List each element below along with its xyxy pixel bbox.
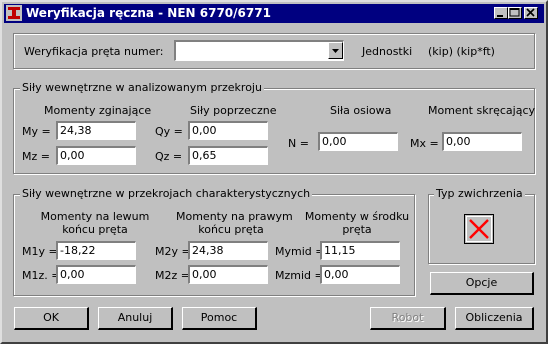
maximize-button[interactable] — [508, 7, 522, 19]
qz-field[interactable]: 0,65 — [188, 146, 268, 165]
mymid-label: Mymid = — [275, 245, 325, 258]
n-label: N = — [288, 137, 309, 150]
m2z-label: M2z = — [155, 269, 190, 282]
anuluj-button-label: Anuluj — [117, 311, 153, 324]
opcje-button-label: Opcje — [465, 276, 498, 289]
dropdown-arrow-button[interactable] — [328, 42, 343, 59]
left-end-header-line2: końcu pręta — [62, 223, 128, 236]
close-icon — [526, 8, 535, 17]
mzmid-field[interactable]: 0,00 — [320, 265, 400, 284]
axial-header: Siła osiowa — [330, 104, 392, 117]
characteristic-forces-title: Siły wewnętrzne w przekrojach charaktery… — [20, 187, 313, 200]
mzmid-label: Mzmid = — [275, 269, 324, 282]
units-label: Jednostki — [362, 45, 413, 58]
member-label: Weryfikacja pręta numer: — [24, 45, 164, 58]
pomoc-button-label: Pomoc — [200, 311, 238, 324]
left-end-header-line1: Momenty na lewum — [40, 210, 150, 223]
left-end-header: Momenty na lewum końcu pręta — [40, 210, 150, 236]
mid-header-line2: pręta — [342, 223, 372, 236]
app-icon — [6, 5, 22, 21]
m1z-field[interactable]: 0,00 — [56, 265, 136, 284]
obliczenia-button-label: Obliczenia — [465, 311, 523, 324]
mz-field[interactable]: 0,00 — [56, 146, 136, 165]
m1y-field[interactable]: -18,22 — [56, 241, 136, 260]
n-field[interactable]: 0,00 — [318, 132, 398, 151]
robot-button-label: Robot — [391, 311, 424, 324]
right-end-header-line1: Momenty na prawym — [176, 210, 293, 223]
buckling-type-title: Typ zwichrzenia — [434, 187, 525, 200]
pomoc-button[interactable]: Pomoc — [182, 307, 257, 330]
m1z-label: M1z. = — [22, 269, 61, 282]
m2y-label: M2y = — [155, 245, 191, 258]
title-bar[interactable]: Weryfikacja ręczna - NEN 6770/6771 — [4, 4, 544, 23]
robot-button[interactable]: Robot — [370, 307, 446, 330]
minimize-button[interactable] — [494, 7, 508, 19]
mz-label: Mz = — [22, 150, 50, 163]
qy-field[interactable]: 0,00 — [188, 121, 268, 140]
bending-header: Momenty zginające — [44, 104, 152, 117]
my-label: My = — [22, 125, 51, 138]
ok-button-label: OK — [43, 311, 59, 324]
m2y-field[interactable]: 24,38 — [188, 241, 268, 260]
mid-header-line1: Momenty w środku — [304, 210, 410, 223]
chevron-down-icon — [332, 49, 339, 53]
window-title: Weryfikacja ręczna - NEN 6770/6771 — [26, 6, 271, 20]
mid-header: Momenty w środku pręta — [302, 210, 412, 236]
qy-label: Qy = — [155, 125, 183, 138]
ok-button[interactable]: OK — [14, 307, 89, 330]
member-select[interactable] — [174, 40, 344, 61]
opcje-button[interactable]: Opcje — [430, 272, 534, 295]
mx-label: Mx = — [410, 137, 439, 150]
obliczenia-button[interactable]: Obliczenia — [455, 307, 534, 330]
m2z-field[interactable]: 0,00 — [188, 265, 268, 284]
m1y-label: M1y = — [22, 245, 58, 258]
shear-header: Siły poprzeczne — [190, 104, 277, 117]
right-end-header: Momenty na prawym końcu pręta — [176, 210, 293, 236]
mx-field[interactable]: 0,00 — [442, 132, 522, 151]
right-end-header-line2: końcu pręta — [198, 223, 264, 236]
close-button[interactable] — [524, 7, 538, 19]
anuluj-button[interactable]: Anuluj — [98, 307, 173, 330]
internal-forces-title: Siły wewnętrzne w analizowanym przekroju — [20, 81, 264, 94]
units-value: (kip) (kip*ft) — [428, 45, 495, 58]
minimize-icon — [497, 15, 503, 17]
red-x-icon[interactable] — [464, 214, 494, 244]
qz-label: Qz = — [155, 150, 183, 163]
torsion-header: Moment skręcający — [428, 104, 536, 117]
mymid-field[interactable]: 11,15 — [320, 241, 400, 260]
my-field[interactable]: 24,38 — [56, 121, 136, 140]
maximize-icon — [509, 7, 520, 17]
